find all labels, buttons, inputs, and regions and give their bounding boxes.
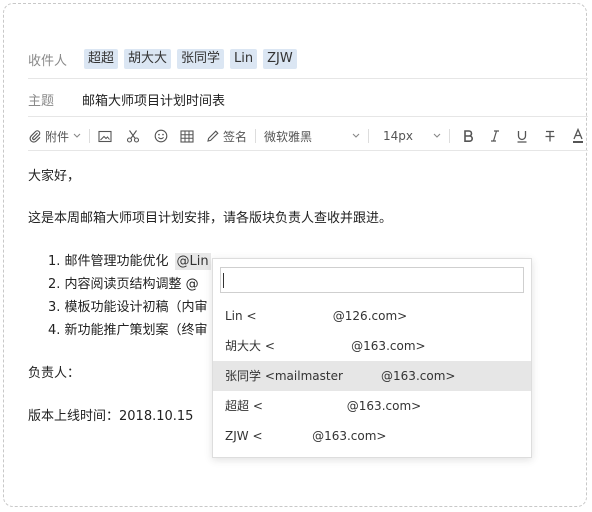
underline-icon xyxy=(516,129,528,143)
table-icon xyxy=(180,129,194,143)
recipient-chip[interactable]: 超超 xyxy=(84,49,119,69)
image-icon xyxy=(98,130,112,143)
body-greeting: 大家好， xyxy=(28,169,81,184)
list-item: 4. 新功能推广策划案（终审 xyxy=(48,323,208,338)
mention-option-selected[interactable]: 张同学 <mailmaster @163.com> xyxy=(213,361,531,391)
emoji-button[interactable] xyxy=(154,126,168,146)
body-intro: 这是本周邮箱大师项目计划安排，请各版块负责人查收并跟进。 xyxy=(28,211,393,226)
image-button[interactable] xyxy=(98,126,112,146)
recipient-chip[interactable]: 张同学 xyxy=(177,49,225,69)
toolbar-separator xyxy=(255,129,257,143)
emoji-icon xyxy=(154,129,168,143)
signature-label: 签名 xyxy=(223,129,248,144)
mention-tag[interactable]: @Lin xyxy=(174,253,211,270)
bold-button[interactable] xyxy=(462,126,474,146)
mention-popup: Lin < @126.com> 胡大大 < @163.com> 张同学 <mai… xyxy=(212,258,532,458)
list-item: 1. 邮件管理功能优化 @Lin xyxy=(48,250,211,270)
underline-button[interactable] xyxy=(516,126,528,146)
release-date: 版本上线时间：2018.10.15 xyxy=(28,409,194,424)
paperclip-icon xyxy=(28,129,42,143)
subject-label: 主题 xyxy=(28,93,55,109)
owner-line: 负责人： xyxy=(28,366,81,381)
recipient-chip[interactable]: 胡大大 xyxy=(124,49,172,69)
list-item-text: 1. 邮件管理功能优化 xyxy=(48,254,169,269)
attach-button[interactable]: 附件 xyxy=(28,126,81,146)
mention-option[interactable]: 胡大大 < @163.com> xyxy=(213,331,531,361)
recipients-label: 收件人 xyxy=(28,53,68,69)
recipients-row: 收件人 超超 胡大大 张同学 Lin ZJW xyxy=(28,48,588,70)
screenshot-button[interactable] xyxy=(126,126,140,146)
recipient-chip[interactable]: Lin xyxy=(230,49,258,69)
editor-toolbar: 附件 签名 微软雅黑 14px xyxy=(28,126,592,146)
text-cursor xyxy=(223,273,224,288)
list-item: 2. 内容阅读页结构调整 @ xyxy=(48,277,199,292)
signature-button[interactable]: 签名 xyxy=(206,126,247,146)
mention-option[interactable]: 超超 < @163.com> xyxy=(213,391,531,421)
font-family-value: 微软雅黑 xyxy=(264,129,313,144)
font-color-button[interactable] xyxy=(572,126,584,146)
divider xyxy=(28,150,588,151)
strikethrough-icon xyxy=(544,129,556,143)
pen-icon xyxy=(206,129,220,143)
mention-search-input[interactable] xyxy=(220,267,524,293)
chevron-down-icon xyxy=(73,133,81,139)
chevron-down-icon xyxy=(352,133,360,139)
italic-button[interactable] xyxy=(490,126,500,146)
font-family-select[interactable]: 微软雅黑 xyxy=(264,126,360,146)
toolbar-separator xyxy=(368,129,370,143)
font-size-value: 14px xyxy=(383,129,414,143)
attach-label: 附件 xyxy=(45,129,70,144)
font-size-select[interactable]: 14px xyxy=(383,126,441,146)
table-button[interactable] xyxy=(180,126,194,146)
font-color-icon xyxy=(572,128,584,144)
divider xyxy=(28,78,588,79)
italic-icon xyxy=(490,129,500,143)
strikethrough-button[interactable] xyxy=(544,126,556,146)
subject-field[interactable]: 邮箱大师项目计划时间表 xyxy=(82,90,225,109)
list-item: 3. 模板功能设计初稿（内审 xyxy=(48,300,208,315)
mention-option[interactable]: ZJW < @163.com> xyxy=(213,421,531,451)
chevron-down-icon xyxy=(433,133,441,139)
subject-row: 主题 邮箱大师项目计划时间表 xyxy=(28,88,588,110)
toolbar-separator xyxy=(89,129,91,143)
scissors-icon xyxy=(126,129,140,143)
recipient-chip[interactable]: ZJW xyxy=(263,49,297,69)
divider xyxy=(28,116,588,117)
toolbar-separator xyxy=(449,129,451,143)
bold-icon xyxy=(462,129,474,143)
mention-option[interactable]: Lin < @126.com> xyxy=(213,301,531,331)
mention-options-list: Lin < @126.com> 胡大大 < @163.com> 张同学 <mai… xyxy=(213,301,531,451)
